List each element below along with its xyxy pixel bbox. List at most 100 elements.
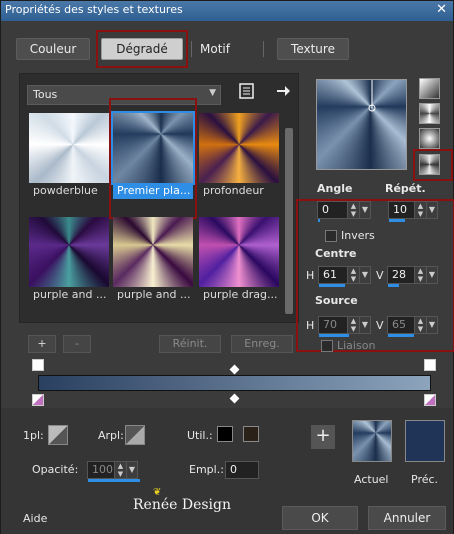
link-label: Liaison — [337, 339, 376, 352]
gradient-thumb-purple-and-1[interactable]: purple and ... — [29, 217, 109, 303]
opacity-input[interactable]: 100 ▲ ▼ ▼ — [87, 461, 140, 482]
dropdown-icon[interactable]: ▼ — [426, 266, 438, 284]
scrollbar-thumb[interactable] — [285, 128, 293, 314]
gradient-thumb-purple-and-2[interactable]: purple and ... — [113, 217, 193, 303]
window-title: Propriétés des styles et textures — [5, 3, 183, 16]
current-label: Actuel — [354, 473, 389, 486]
dropdown-icon[interactable]: ▼ — [359, 266, 371, 284]
center-v-label: V — [376, 269, 384, 282]
spinner-icon[interactable]: ▲ ▼ — [414, 317, 426, 333]
arrow-right-icon[interactable] — [275, 83, 291, 99]
spinner-icon[interactable]: ▲ ▼ — [347, 202, 359, 218]
repeat-value: 10 — [393, 203, 407, 216]
spinner-icon[interactable]: ▲ ▼ — [347, 317, 359, 333]
tab-couleur[interactable]: Couleur — [16, 38, 90, 60]
dropdown-icon[interactable]: ▼ — [426, 316, 438, 334]
tab-motif[interactable]: Motif — [197, 38, 233, 60]
center-h-value: 61 — [323, 268, 337, 281]
bottom-right-stop-marker[interactable] — [424, 394, 436, 406]
angle-slider-fill — [318, 219, 320, 222]
spinner-icon[interactable]: ▲ ▼ — [347, 267, 359, 283]
gradient-name: powderblue — [33, 184, 98, 197]
ok-button[interactable]: OK — [282, 506, 358, 530]
gradient-preview — [199, 217, 279, 287]
invert-checkbox[interactable] — [325, 230, 337, 242]
source-h-value: 70 — [323, 318, 337, 331]
dropdown-icon[interactable]: ▼ — [426, 201, 438, 219]
selected-thumb-frame — [109, 98, 197, 219]
style-highlight-frame — [413, 149, 453, 181]
add-stop-button[interactable]: + — [28, 335, 56, 353]
center-v-slider-fill — [388, 284, 399, 287]
dropdown-icon[interactable]: ▼ — [359, 201, 371, 219]
help-link[interactable]: Aide — [23, 512, 47, 525]
tab-highlight-frame — [96, 30, 188, 68]
bottom-left-stop-marker[interactable] — [32, 394, 44, 406]
pl-label: 1pl: — [23, 429, 44, 442]
empl-label: Empl.: — [189, 463, 224, 476]
gradient-preview-large[interactable] — [316, 79, 407, 170]
gradient-thumb-powderblue[interactable]: powderblue — [29, 113, 109, 199]
gradient-thumb-purple-dragon[interactable]: purple drag... — [199, 217, 279, 303]
foreground-swatch[interactable] — [48, 425, 68, 445]
chevron-down-icon: ▼ — [209, 88, 216, 98]
top-right-stop-marker[interactable] — [424, 359, 436, 371]
save-gradient-button[interactable]: Enreg. — [231, 335, 293, 353]
gradient-thumb-profondeur[interactable]: profondeur — [199, 113, 279, 199]
source-v-input[interactable]: 65 ▲ ▼ ▼ — [387, 316, 438, 337]
center-h-input[interactable]: 61 ▲ ▼ ▼ — [318, 266, 371, 287]
util-dark-swatch[interactable] — [243, 426, 259, 442]
center-v-input[interactable]: 28 ▲ ▼ ▼ — [387, 266, 438, 287]
gradient-preview — [29, 217, 109, 287]
source-v-slider-fill — [388, 334, 414, 337]
gradient-preview — [199, 113, 279, 183]
spinner-icon[interactable]: ▲ ▼ — [414, 267, 426, 283]
empl-value: 0 — [230, 463, 237, 476]
title-bar: Propriétés des styles et textures ✕ — [1, 1, 453, 21]
gradient-name: purple and ... — [117, 288, 191, 301]
gradient-name: profondeur — [203, 184, 264, 197]
add-swatch-button[interactable]: + — [311, 425, 335, 449]
top-left-stop-marker[interactable] — [32, 359, 44, 371]
source-h-input[interactable]: 70 ▲ ▼ ▼ — [318, 316, 371, 337]
angle-value: 0 — [322, 203, 329, 216]
gradient-editor-bar[interactable] — [38, 375, 431, 391]
spinner-icon[interactable]: ▲ ▼ — [114, 462, 126, 478]
empl-input[interactable]: 0 — [225, 461, 259, 479]
center-h-slider-fill — [319, 284, 345, 287]
spinner-icon[interactable]: ▲ ▼ — [414, 202, 426, 218]
source-h-slider-fill — [319, 334, 349, 337]
opacity-label: Opacité: — [32, 463, 79, 476]
dropdown-icon[interactable]: ▼ — [126, 461, 138, 479]
category-value: Tous — [33, 88, 58, 101]
thumb-scrollbar[interactable] — [283, 114, 295, 320]
reset-button[interactable]: Réinit. — [159, 335, 221, 353]
arpl-label: Arpl: — [98, 429, 124, 442]
library-icon[interactable] — [239, 82, 255, 100]
top-midpoint-marker[interactable] — [229, 364, 240, 375]
opacity-value: 100 — [92, 463, 113, 476]
tab-separator — [263, 41, 264, 57]
gradient-name: purple drag... — [203, 288, 278, 301]
angle-input[interactable]: 0 ▲ ▼ ▼ — [317, 201, 371, 222]
linear-style-button[interactable] — [419, 78, 440, 99]
invert-label: Invers — [341, 229, 375, 242]
tab-texture[interactable]: Texture — [277, 38, 349, 60]
close-icon[interactable]: ✕ — [436, 2, 447, 17]
angle-label: Angle — [317, 182, 353, 195]
current-style-swatch[interactable] — [352, 420, 392, 462]
background-swatch[interactable] — [125, 425, 145, 445]
center-label: Centre — [315, 247, 357, 260]
cancel-button[interactable]: Annuler — [368, 506, 446, 530]
rectangular-style-button[interactable] — [419, 103, 440, 124]
util-label: Util.: — [187, 429, 213, 442]
radial-style-button[interactable] — [419, 128, 440, 149]
link-checkbox[interactable] — [321, 340, 333, 352]
util-black-swatch[interactable] — [217, 426, 233, 442]
source-h-label: H — [306, 319, 315, 332]
repeat-input[interactable]: 10 ▲ ▼ ▼ — [388, 201, 438, 222]
previous-style-swatch[interactable] — [405, 420, 445, 462]
dropdown-icon[interactable]: ▼ — [359, 316, 371, 334]
remove-stop-button[interactable]: - — [63, 335, 91, 353]
bottom-midpoint-marker[interactable] — [229, 393, 240, 404]
